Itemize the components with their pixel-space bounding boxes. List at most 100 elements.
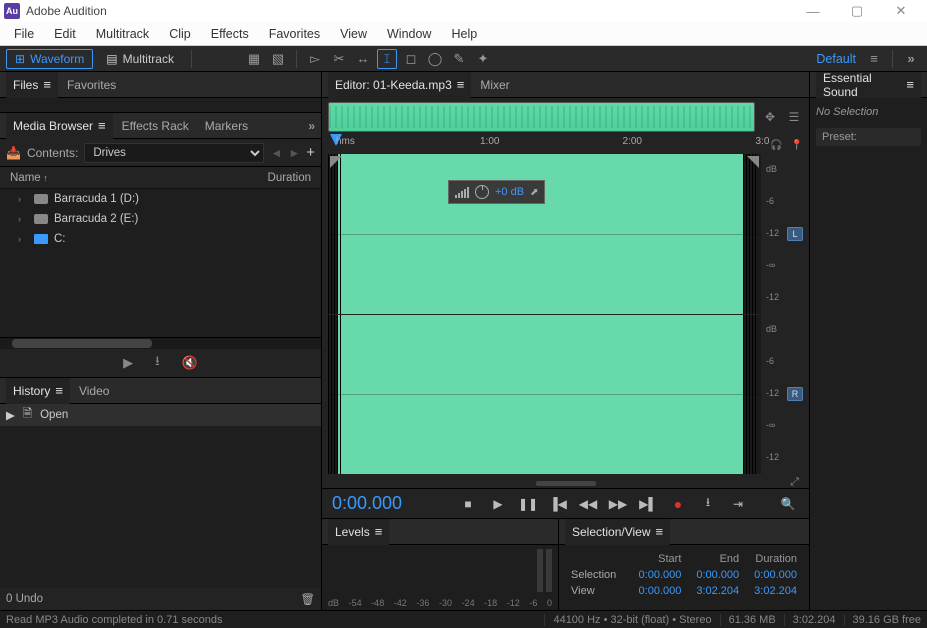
volume-hud[interactable]: +0 dB ⬈: [448, 180, 545, 204]
view-duration[interactable]: 3:02.204: [743, 583, 801, 599]
panel-menu-icon[interactable]: ≡: [375, 524, 383, 539]
timecode-display[interactable]: 0:00.000: [332, 493, 449, 514]
workspace-selector[interactable]: Default: [816, 52, 856, 66]
selection-duration[interactable]: 0:00.000: [743, 567, 801, 583]
horizontal-scrollbar[interactable]: [0, 337, 321, 349]
waveform-display[interactable]: +0 dB ⬈ dB -6 -12 -∞: [328, 154, 803, 474]
right-channel-badge[interactable]: R: [787, 387, 803, 401]
menu-window[interactable]: Window: [377, 27, 441, 41]
expand-icon[interactable]: ›: [18, 214, 28, 224]
spectral-frequency-icon[interactable]: ▦: [244, 49, 264, 69]
drive-row[interactable]: › Barracuda 1 (D:): [0, 189, 321, 209]
move-tool-icon[interactable]: ▻: [305, 49, 325, 69]
tab-editor[interactable]: Editor: 01-Keeda.mp3 ≡: [328, 72, 471, 98]
slip-tool-icon[interactable]: ↔: [353, 49, 373, 69]
headphones-icon[interactable]: 🎧: [770, 140, 782, 151]
column-name[interactable]: Name ↑: [10, 172, 268, 184]
back-arrow-icon[interactable]: ◄: [270, 146, 282, 160]
drive-row[interactable]: › Barracuda 2 (E:): [0, 209, 321, 229]
tabs-overflow-icon[interactable]: »: [308, 119, 315, 133]
contents-dropdown[interactable]: Drives: [84, 143, 264, 163]
tab-files[interactable]: Files ≡: [6, 72, 58, 98]
right-channel-waveform[interactable]: [328, 315, 761, 475]
panel-menu-icon[interactable]: ≡: [656, 524, 664, 539]
view-start[interactable]: 0:00.000: [628, 583, 686, 599]
close-button[interactable]: ✕: [879, 0, 923, 22]
zoom-reset-icon[interactable]: ⤢: [790, 476, 799, 489]
skip-selection-button[interactable]: ⇥: [727, 493, 749, 515]
fast-forward-button[interactable]: ▶▶: [607, 493, 629, 515]
menu-help[interactable]: Help: [441, 27, 487, 41]
menu-effects[interactable]: Effects: [201, 27, 259, 41]
volume-knob-icon[interactable]: [475, 185, 489, 199]
tab-essential-sound[interactable]: Essential Sound ≡: [816, 72, 921, 98]
panel-menu-icon[interactable]: ≡: [98, 118, 106, 133]
maximize-button[interactable]: ▢: [835, 0, 879, 22]
column-duration[interactable]: Duration: [268, 172, 311, 184]
zoom-navigator-icon[interactable]: ✥: [761, 108, 779, 126]
loop-preview-icon[interactable]: 🔇: [182, 355, 198, 371]
brush-tool-icon[interactable]: ✎: [449, 49, 469, 69]
menu-edit[interactable]: Edit: [44, 27, 86, 41]
pause-button[interactable]: ❚❚: [517, 493, 539, 515]
tab-mixer[interactable]: Mixer: [473, 72, 516, 98]
skip-forward-button[interactable]: ▶▌: [637, 493, 659, 515]
history-entry[interactable]: ▶ 🗎 Open: [0, 404, 321, 426]
new-folder-icon[interactable]: +: [306, 144, 315, 161]
tab-effects-rack[interactable]: Effects Rack: [115, 113, 196, 139]
play-button[interactable]: ▶: [487, 493, 509, 515]
stop-button[interactable]: ■: [457, 493, 479, 515]
pin-icon[interactable]: 📍: [791, 140, 803, 151]
spectral-pitch-icon[interactable]: ▧: [268, 49, 288, 69]
razor-tool-icon[interactable]: ✂: [329, 49, 349, 69]
view-end[interactable]: 3:02.204: [685, 583, 743, 599]
waveform-h-scrollbar[interactable]: ⤢: [328, 476, 803, 488]
media-browser-list[interactable]: › Barracuda 1 (D:) › Barracuda 2 (E:) › …: [0, 189, 321, 337]
record-button[interactable]: ●: [667, 493, 689, 515]
menu-file[interactable]: File: [4, 27, 44, 41]
workspace-menu-icon[interactable]: ≡: [864, 49, 884, 69]
panel-menu-icon[interactable]: ≡: [906, 77, 914, 92]
toolbar-overflow-icon[interactable]: »: [901, 49, 921, 69]
skip-back-button[interactable]: ▐◀: [547, 493, 569, 515]
multitrack-view-button[interactable]: ▤ Multitrack: [97, 49, 183, 69]
preset-row[interactable]: Preset:: [816, 128, 921, 146]
left-channel-waveform[interactable]: +0 dB ⬈: [328, 154, 761, 314]
tab-media-browser[interactable]: Media Browser ≡: [6, 113, 113, 139]
panel-menu-icon[interactable]: ≡: [55, 383, 63, 398]
time-selection-tool-icon[interactable]: 𝙸: [377, 49, 397, 69]
panel-menu-icon[interactable]: ≡: [43, 77, 51, 92]
menu-view[interactable]: View: [330, 27, 377, 41]
tab-markers[interactable]: Markers: [198, 113, 255, 139]
rewind-button[interactable]: ◀◀: [577, 493, 599, 515]
popout-icon[interactable]: ⬈: [530, 187, 538, 198]
menu-clip[interactable]: Clip: [159, 27, 201, 41]
spot-heal-tool-icon[interactable]: ✦: [473, 49, 493, 69]
waveform-overview[interactable]: [328, 102, 755, 132]
list-view-icon[interactable]: ☰: [785, 108, 803, 126]
minimize-button[interactable]: —: [791, 0, 835, 22]
forward-arrow-icon[interactable]: ►: [288, 146, 300, 160]
shortcut-icon[interactable]: 📥: [6, 146, 21, 160]
expand-icon[interactable]: ›: [18, 234, 28, 244]
waveform-view-button[interactable]: ⊞ Waveform: [6, 49, 93, 69]
loop-button[interactable]: ⭳: [697, 493, 719, 515]
trash-icon[interactable]: 🗑: [300, 592, 315, 606]
auto-play-icon[interactable]: ⭳: [155, 352, 160, 374]
zoom-tool-icon[interactable]: 🔍: [777, 493, 799, 515]
time-ruler[interactable]: hms 1:00 2:00 3:0 🎧 📍: [328, 136, 803, 154]
selection-start[interactable]: 0:00.000: [628, 567, 686, 583]
marquee-tool-icon[interactable]: ◻: [401, 49, 421, 69]
lasso-tool-icon[interactable]: ◯: [425, 49, 445, 69]
panel-menu-icon[interactable]: ≡: [457, 77, 465, 92]
menu-multitrack[interactable]: Multitrack: [86, 27, 159, 41]
tab-history[interactable]: History ≡: [6, 378, 70, 404]
tab-selection-view[interactable]: Selection/View ≡: [565, 519, 670, 545]
tab-video[interactable]: Video: [72, 378, 116, 404]
tab-levels[interactable]: Levels ≡: [328, 519, 389, 545]
tab-favorites[interactable]: Favorites: [60, 72, 123, 98]
menu-favorites[interactable]: Favorites: [259, 27, 330, 41]
drive-row[interactable]: › C:: [0, 229, 321, 249]
play-preview-icon[interactable]: ▶: [123, 355, 133, 371]
expand-icon[interactable]: ›: [18, 194, 28, 204]
